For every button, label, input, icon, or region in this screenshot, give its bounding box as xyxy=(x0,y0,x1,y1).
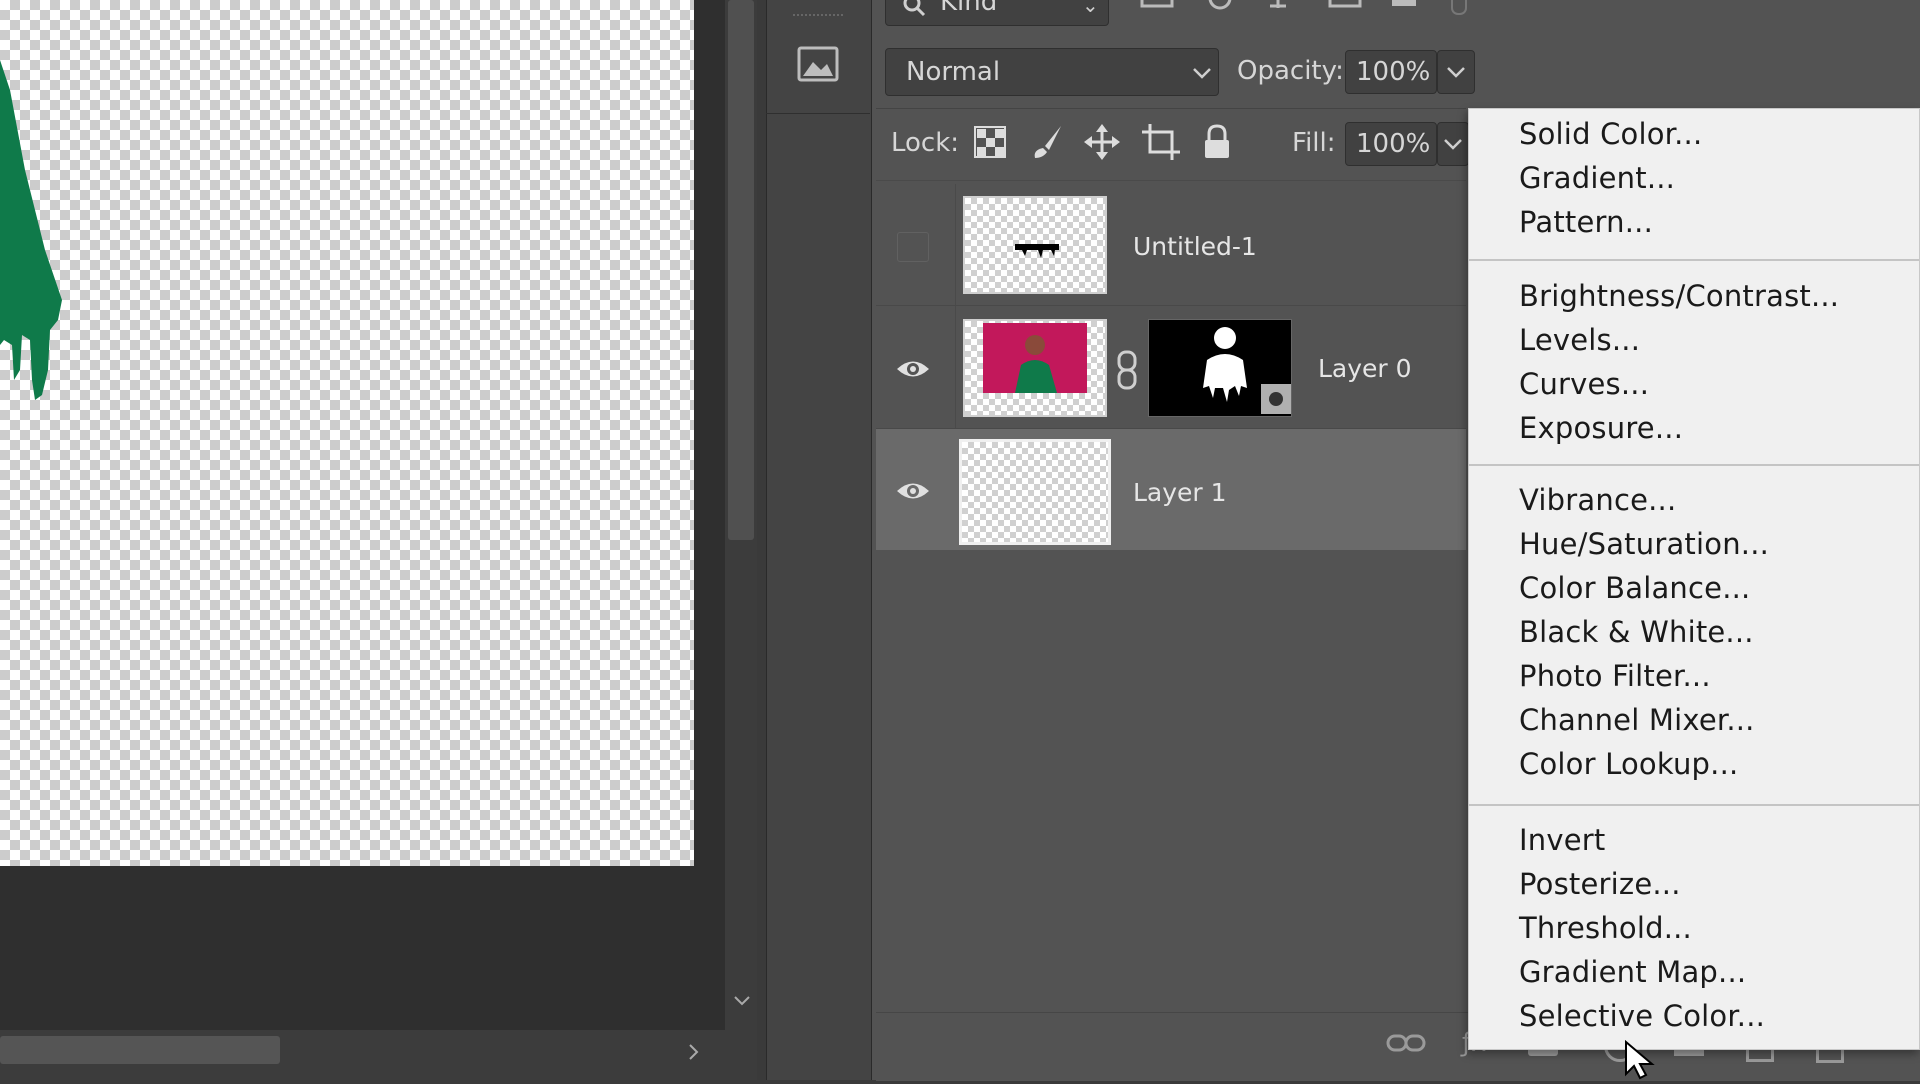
eye-icon[interactable] xyxy=(895,354,931,388)
pixel-filter-icon xyxy=(1140,0,1174,8)
libraries-panel-button[interactable] xyxy=(793,40,843,90)
menu-item-color-balance[interactable]: Color Balance... xyxy=(1519,571,1750,605)
opacity-input[interactable]: 100% xyxy=(1345,50,1437,94)
menu-item-hue-saturation[interactable]: Hue/Saturation... xyxy=(1519,527,1769,561)
document-canvas[interactable] xyxy=(0,0,694,866)
menu-item-invert[interactable]: Invert xyxy=(1519,823,1605,857)
portrait-thumbnail xyxy=(983,323,1087,393)
fill-value: 100% xyxy=(1356,129,1431,159)
layer-name[interactable]: Layer 1 xyxy=(1133,478,1227,507)
menu-item-gradient[interactable]: Gradient... xyxy=(1519,161,1675,195)
menu-item-vibrance[interactable]: Vibrance... xyxy=(1519,483,1676,517)
chevron-down-icon xyxy=(1444,139,1462,150)
layer-thumbnail xyxy=(963,319,1107,417)
lock-all-icon[interactable] xyxy=(1202,124,1232,164)
scroll-down-icon[interactable] xyxy=(733,992,751,1011)
visibility-toggle-off[interactable] xyxy=(897,232,929,262)
lock-position-icon[interactable] xyxy=(1084,124,1120,164)
menu-item-posterize[interactable]: Posterize... xyxy=(1519,867,1681,901)
opacity-dropdown[interactable] xyxy=(1437,50,1475,94)
layer-thumbnail-selected xyxy=(959,439,1111,545)
silhouette-mask xyxy=(1203,327,1291,414)
lock-artboard-icon[interactable] xyxy=(1142,124,1180,164)
menu-item-curves[interactable]: Curves... xyxy=(1519,367,1649,401)
smart-object-filter-icon xyxy=(1392,0,1416,6)
filter-toggle xyxy=(1451,0,1467,15)
panel-divider xyxy=(876,108,1466,109)
dock-grip[interactable] xyxy=(793,14,843,24)
eye-icon[interactable] xyxy=(895,476,931,510)
shape-filter-icon xyxy=(1328,0,1362,8)
image-panel-icon xyxy=(797,46,839,82)
menu-item-levels[interactable]: Levels... xyxy=(1519,323,1640,357)
paint-drip-thumbnail xyxy=(1015,244,1059,258)
chevron-down-icon xyxy=(1193,68,1211,79)
green-paint-shape xyxy=(0,60,62,400)
menu-item-brightness-contrast[interactable]: Brightness/Contrast... xyxy=(1519,279,1839,313)
link-icon[interactable] xyxy=(1114,350,1140,394)
mouse-cursor-icon xyxy=(1624,1039,1658,1084)
blend-mode-value: Normal xyxy=(906,57,1001,87)
layer-name[interactable]: Untitled-1 xyxy=(1133,232,1257,261)
lock-transparent-pixels-icon[interactable] xyxy=(974,126,1006,162)
adjustment-filter-icon xyxy=(1208,0,1232,10)
fill-input[interactable]: 100% xyxy=(1345,122,1437,166)
chevron-down-icon xyxy=(1447,67,1465,78)
panel-dock xyxy=(766,0,872,1080)
chevron-down-icon: ⌄ xyxy=(1082,0,1099,17)
menu-item-pattern[interactable]: Pattern... xyxy=(1519,205,1653,239)
menu-separator xyxy=(1469,259,1919,261)
panel-divider xyxy=(876,180,1466,181)
menu-item-photo-filter[interactable]: Photo Filter... xyxy=(1519,659,1711,693)
search-icon xyxy=(903,0,926,17)
filter-kind-label: Kind xyxy=(940,0,998,17)
layer-name[interactable]: Layer 0 xyxy=(1318,354,1412,383)
menu-item-color-lookup[interactable]: Color Lookup... xyxy=(1519,747,1738,781)
layer-mask-thumbnail[interactable] xyxy=(1148,319,1292,417)
horizontal-scroll-thumb[interactable] xyxy=(0,1036,280,1064)
menu-separator xyxy=(1469,804,1919,806)
menu-item-channel-mixer[interactable]: Channel Mixer... xyxy=(1519,703,1755,737)
menu-item-exposure[interactable]: Exposure... xyxy=(1519,411,1683,445)
adjustment-layer-menu: Solid Color... Gradient... Pattern... Br… xyxy=(1468,108,1920,1050)
dock-divider xyxy=(766,113,870,114)
menu-item-selective-color[interactable]: Selective Color... xyxy=(1519,999,1765,1033)
menu-item-gradient-map[interactable]: Gradient Map... xyxy=(1519,955,1746,989)
filter-icons xyxy=(1140,0,1480,18)
blend-mode-dropdown[interactable]: Normal xyxy=(885,48,1219,96)
opacity-label: Opacity: xyxy=(1237,56,1344,86)
scroll-right-icon[interactable] xyxy=(688,1043,700,1065)
menu-item-threshold[interactable]: Threshold... xyxy=(1519,911,1692,945)
layer-thumbnail xyxy=(963,196,1107,294)
layer-filter-kind[interactable]: Kind ⌄ xyxy=(885,0,1109,26)
lock-image-pixels-icon[interactable] xyxy=(1031,124,1065,164)
link-layers-icon[interactable] xyxy=(1386,1030,1426,1062)
fill-dropdown[interactable] xyxy=(1437,122,1469,166)
lock-label: Lock: xyxy=(891,128,960,158)
opacity-value: 100% xyxy=(1356,57,1431,87)
type-filter-icon xyxy=(1270,0,1286,8)
menu-item-solid-color[interactable]: Solid Color... xyxy=(1519,117,1702,151)
vertical-scroll-thumb[interactable] xyxy=(728,0,754,540)
menu-separator xyxy=(1469,464,1919,466)
menu-item-black-white[interactable]: Black & White... xyxy=(1519,615,1754,649)
fill-label: Fill: xyxy=(1292,128,1336,158)
